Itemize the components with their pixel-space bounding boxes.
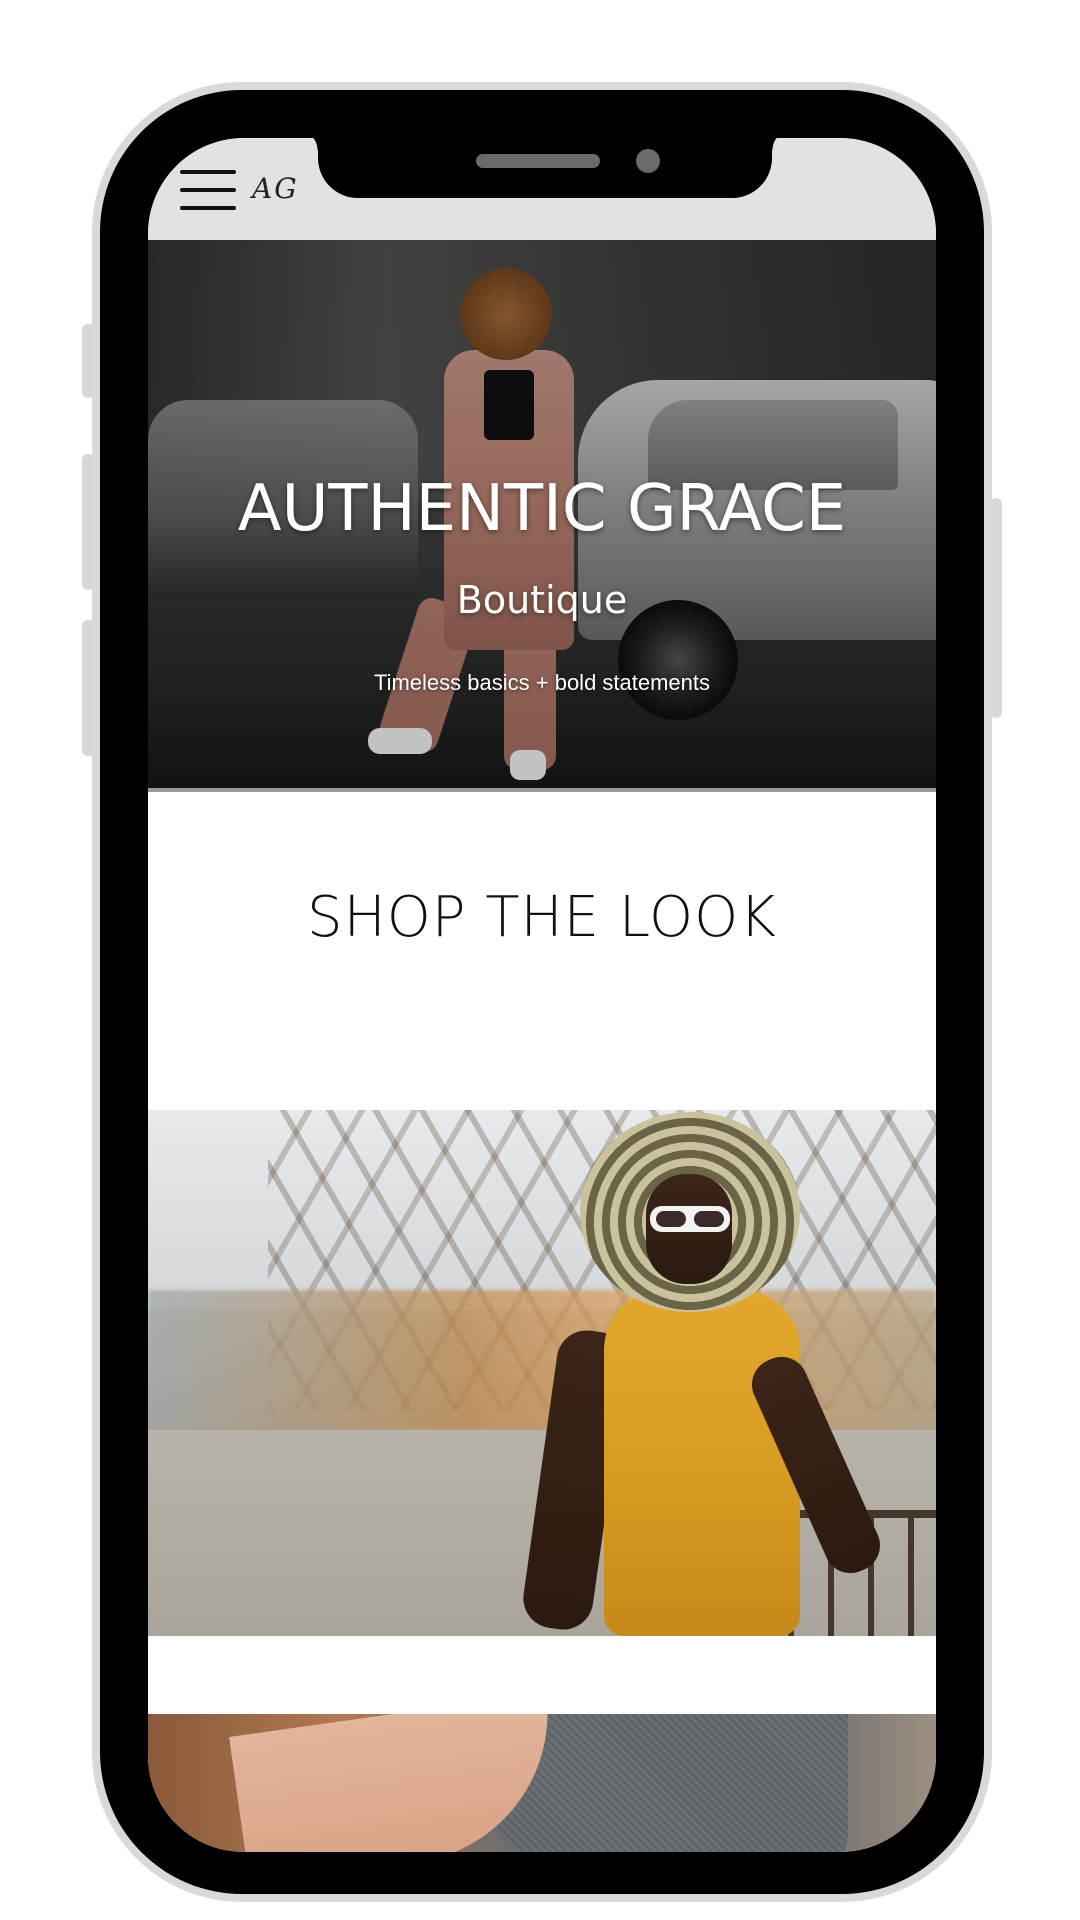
hero-title: AUTHENTIC GRACE bbox=[237, 472, 847, 546]
hamburger-menu-icon[interactable] bbox=[180, 168, 236, 214]
brand-logo[interactable]: AG bbox=[252, 172, 299, 205]
hero-tagline: Timeless basics + bold statements bbox=[373, 670, 711, 695]
phone-screen: AG AUTHENTIC GRACE Boutique Timeless bas… bbox=[148, 138, 936, 1852]
hero-divider bbox=[148, 788, 936, 792]
speaker-grille bbox=[476, 154, 600, 168]
look-model-jumpsuit bbox=[604, 1290, 800, 1636]
look-image[interactable] bbox=[148, 1110, 936, 1636]
hero-subtitle: Boutique bbox=[456, 578, 628, 622]
front-camera bbox=[636, 149, 660, 173]
section-heading: SHOP THE LOOK bbox=[307, 885, 777, 950]
look-model-sunglasses bbox=[650, 1206, 730, 1232]
look-image[interactable] bbox=[148, 1714, 936, 1852]
hero-banner: AUTHENTIC GRACE Boutique Timeless basics… bbox=[148, 240, 936, 792]
page: AG AUTHENTIC GRACE Boutique Timeless bas… bbox=[0, 0, 1080, 1920]
